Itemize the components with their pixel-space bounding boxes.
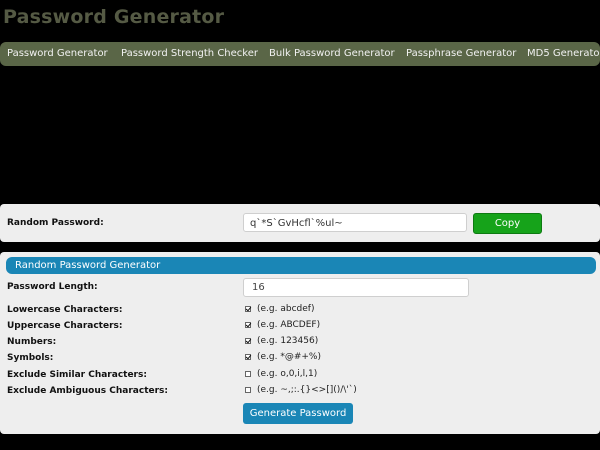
- password-length-label: Password Length:: [7, 282, 98, 292]
- generator-panel: Random Password Generator Password Lengt…: [0, 252, 600, 434]
- nav-item-strength-checker[interactable]: Password Strength Checker: [121, 48, 258, 59]
- symbols-checkbox[interactable]: [245, 354, 251, 360]
- nav-item-passphrase-generator[interactable]: Passphrase Generator: [406, 48, 516, 59]
- nav-item-md5-generator[interactable]: MD5 Generator: [527, 48, 600, 59]
- lowercase-option: (e.g. abcdef): [245, 304, 314, 314]
- exclude-similar-checkbox[interactable]: [245, 371, 251, 377]
- random-password-label: Random Password:: [7, 218, 104, 228]
- password-output[interactable]: q`*S`GvHcfl`%ul~: [243, 213, 467, 232]
- generator-heading: Random Password Generator: [6, 257, 596, 274]
- exclude-similar-option: (e.g. o,0,i,l,1): [245, 369, 317, 379]
- lowercase-checkbox[interactable]: [245, 306, 251, 312]
- numbers-example: (e.g. 123456): [257, 336, 319, 346]
- uppercase-option: (e.g. ABCDEF): [245, 320, 320, 330]
- exclude-ambiguous-option: (e.g. ~,;:.{}<>[]()/\'`): [245, 385, 357, 395]
- nav-item-password-generator[interactable]: Password Generator: [7, 48, 108, 59]
- uppercase-example: (e.g. ABCDEF): [257, 320, 321, 330]
- nav-item-bulk-generator[interactable]: Bulk Password Generator: [269, 48, 395, 59]
- copy-button[interactable]: Copy: [473, 213, 542, 234]
- lowercase-label: Lowercase Characters:: [7, 305, 123, 315]
- exclude-ambiguous-checkbox[interactable]: [245, 387, 251, 393]
- uppercase-checkbox[interactable]: [245, 322, 251, 328]
- exclude-similar-example: (e.g. o,0,i,l,1): [257, 369, 318, 379]
- exclude-ambiguous-example: (e.g. ~,;:.{}<>[]()/\'`): [257, 385, 357, 395]
- exclude-similar-label: Exclude Similar Characters:: [7, 370, 147, 380]
- symbols-example: (e.g. *@#+%): [257, 352, 321, 362]
- uppercase-label: Uppercase Characters:: [7, 321, 123, 331]
- exclude-ambiguous-label: Exclude Ambiguous Characters:: [7, 386, 168, 396]
- password-length-input[interactable]: 16: [243, 278, 469, 297]
- numbers-label: Numbers:: [7, 337, 57, 347]
- generate-password-button[interactable]: Generate Password: [243, 403, 353, 424]
- lowercase-example: (e.g. abcdef): [257, 304, 315, 314]
- site-title: Password Generator: [3, 6, 225, 28]
- numbers-checkbox[interactable]: [245, 338, 251, 344]
- result-panel: Random Password: q`*S`GvHcfl`%ul~ Copy: [0, 204, 600, 242]
- symbols-option: (e.g. *@#+%): [245, 352, 321, 362]
- numbers-option: (e.g. 123456): [245, 336, 318, 346]
- main-nav: Password Generator Password Strength Che…: [0, 42, 600, 66]
- symbols-label: Symbols:: [7, 353, 54, 363]
